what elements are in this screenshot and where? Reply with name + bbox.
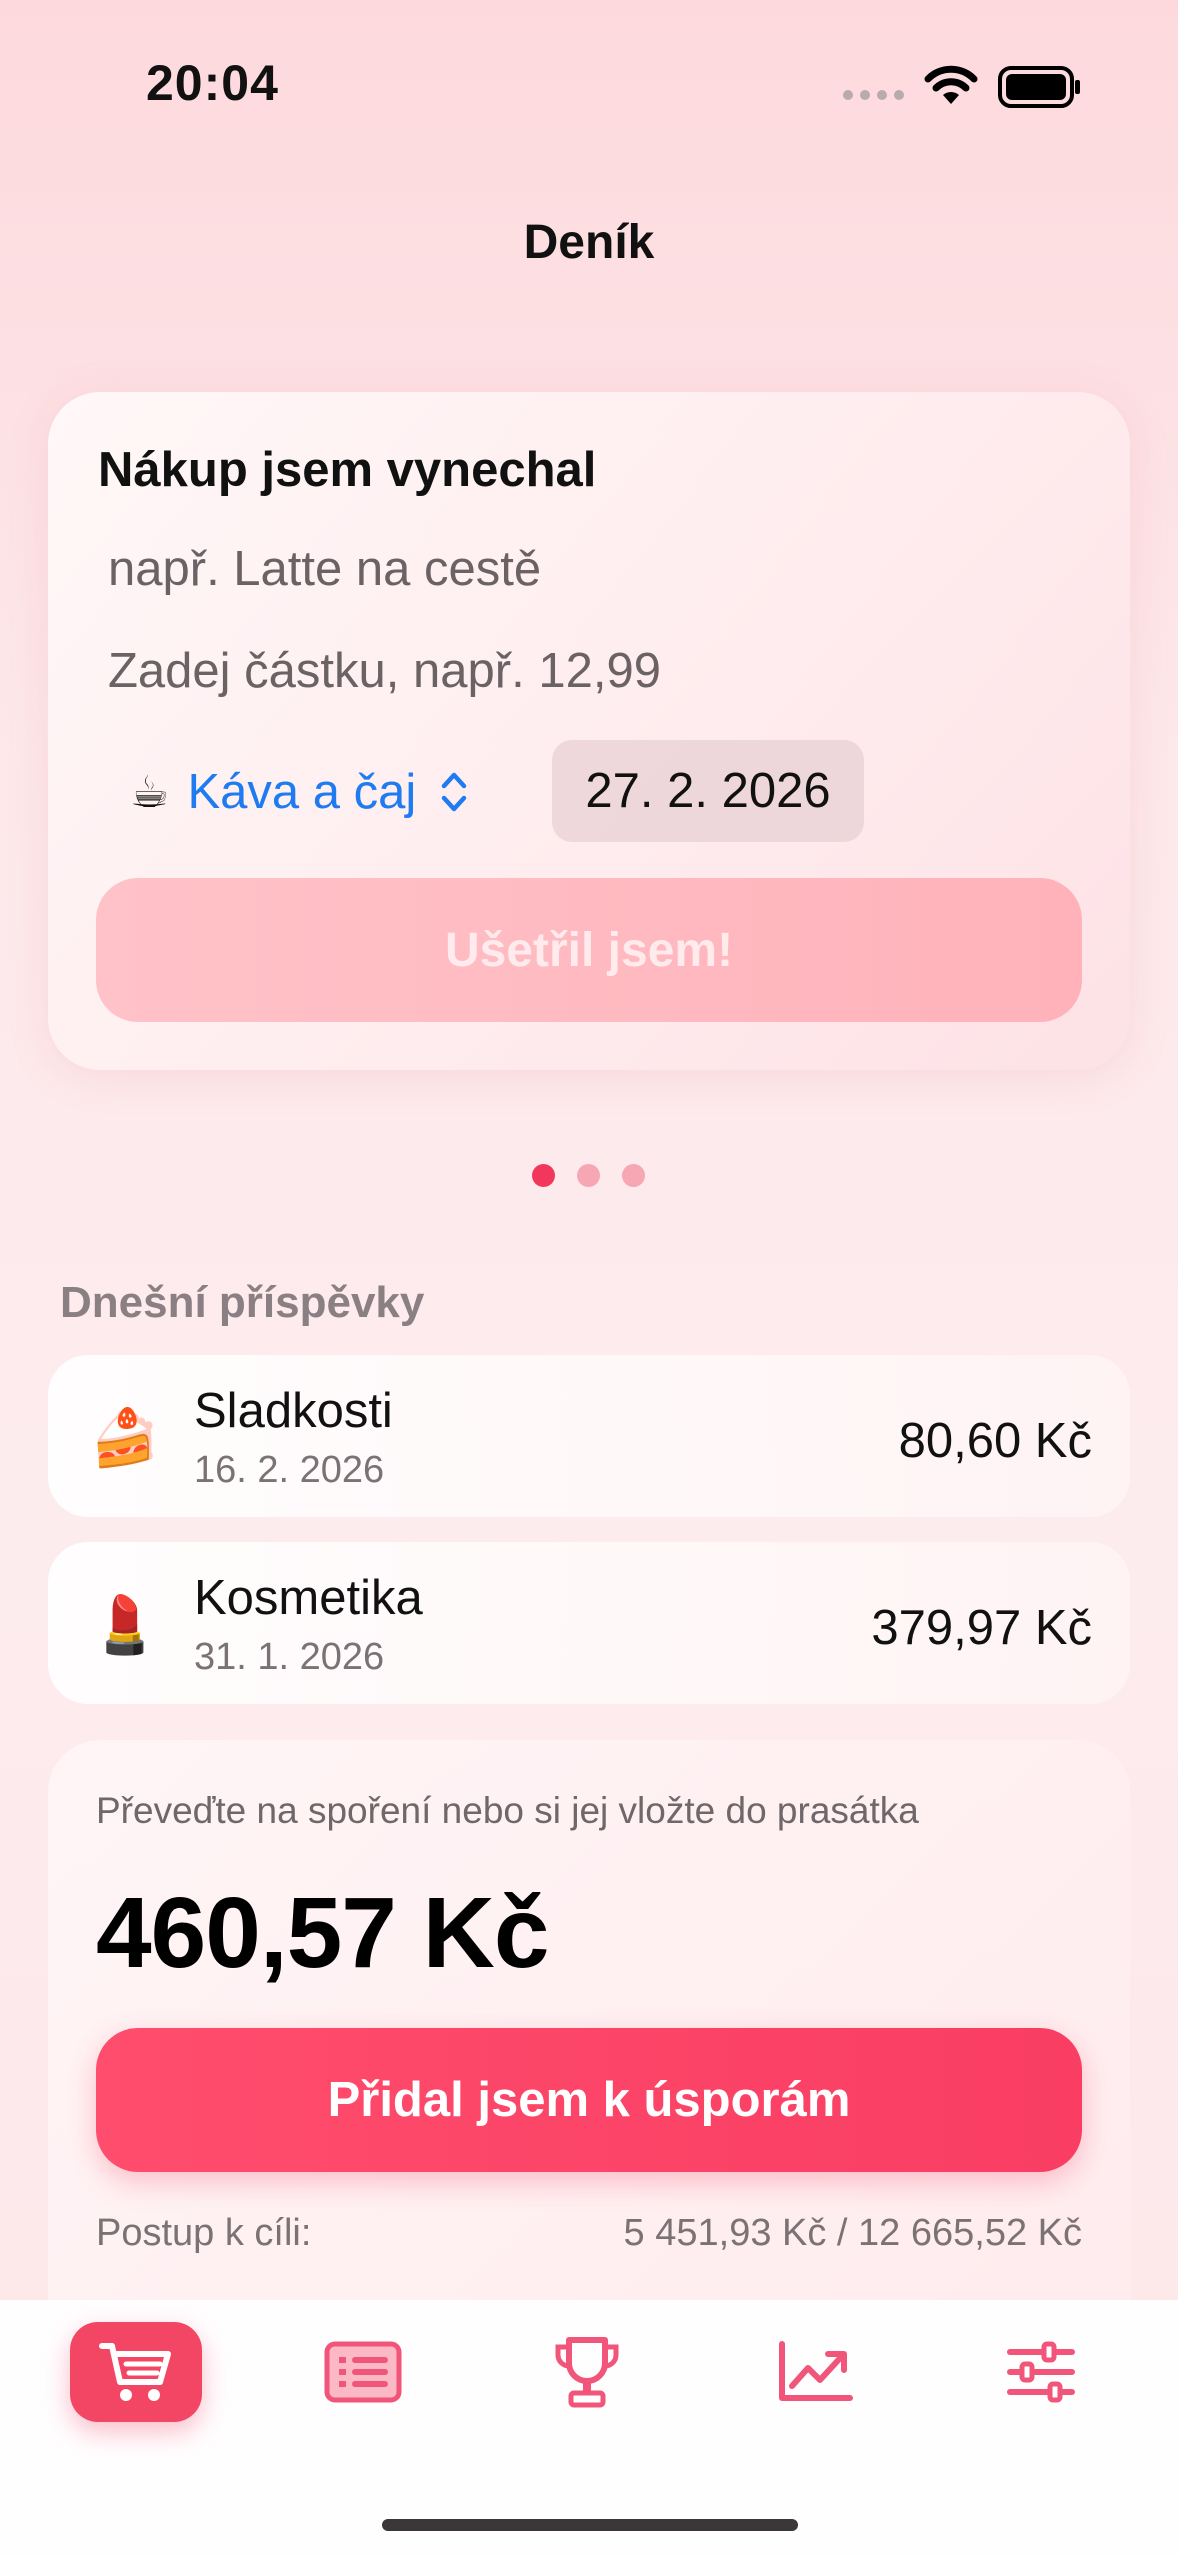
chevron-up-down-icon xyxy=(442,772,467,812)
goal-progress-label: Postup k cíli: xyxy=(96,2212,312,2254)
tab-shop[interactable] xyxy=(70,2322,202,2422)
page-dot-2[interactable] xyxy=(577,1164,600,1187)
page-dot-3[interactable] xyxy=(622,1164,645,1187)
page-dot-1[interactable] xyxy=(532,1164,555,1187)
tab-settings[interactable] xyxy=(975,2322,1107,2422)
today-contributions-heading: Dnešní příspěvky xyxy=(60,1278,425,1327)
sliders-icon xyxy=(1007,2341,1075,2403)
savings-hint: Převeďte na spoření nebo si jej vložte d… xyxy=(96,1790,919,1831)
trophy-icon xyxy=(555,2337,619,2408)
contribution-name: Sladkosti xyxy=(194,1384,393,1438)
page-indicator[interactable] xyxy=(532,1164,645,1187)
contribution-amount: 379,97 Kč xyxy=(871,1601,1092,1655)
status-time: 20:04 xyxy=(146,55,279,111)
contribution-row[interactable]: 💄 Kosmetika 31. 1. 2026 379,97 Kč xyxy=(48,1542,1130,1704)
saved-button[interactable]: Ušetřil jsem! xyxy=(96,878,1082,1022)
contribution-amount: 80,60 Kč xyxy=(898,1414,1092,1468)
amount-input[interactable] xyxy=(98,636,1078,706)
battery-icon xyxy=(998,66,1080,108)
contribution-date: 31. 1. 2026 xyxy=(194,1636,385,1678)
purchase-name-input[interactable] xyxy=(98,534,1078,604)
cellular-signal-icon xyxy=(843,90,905,104)
savings-total: 460,57 Kč xyxy=(96,1877,549,1989)
cart-icon xyxy=(99,2343,171,2401)
added-to-savings-button[interactable]: Přidal jsem k úsporám xyxy=(96,2028,1082,2172)
cake-icon: 🍰 xyxy=(90,1406,160,1469)
wifi-icon xyxy=(924,65,978,104)
contribution-name: Kosmetika xyxy=(194,1571,423,1625)
goal-progress-value: 5 451,93 Kč / 12 665,52 Kč xyxy=(623,2212,1082,2254)
category-picker[interactable]: ☕ Káva a čaj xyxy=(130,752,468,832)
page-title: Deník xyxy=(523,216,655,269)
chart-up-icon xyxy=(779,2341,853,2401)
list-icon xyxy=(324,2341,402,2403)
lipstick-icon: 💄 xyxy=(90,1593,160,1656)
contribution-row[interactable]: 🍰 Sladkosti 16. 2. 2026 80,60 Kč xyxy=(48,1355,1130,1517)
tab-journal[interactable] xyxy=(297,2322,429,2422)
tab-statistics[interactable] xyxy=(749,2322,881,2422)
contribution-date: 16. 2. 2026 xyxy=(194,1449,385,1491)
entry-card-title: Nákup jsem vynechal xyxy=(98,443,597,497)
coffee-icon: ☕ xyxy=(130,767,170,817)
category-label: Káva a čaj xyxy=(187,765,417,819)
tab-achievements[interactable] xyxy=(521,2322,653,2422)
date-picker[interactable]: 27. 2. 2026 xyxy=(552,740,864,842)
home-indicator[interactable] xyxy=(382,2519,798,2531)
